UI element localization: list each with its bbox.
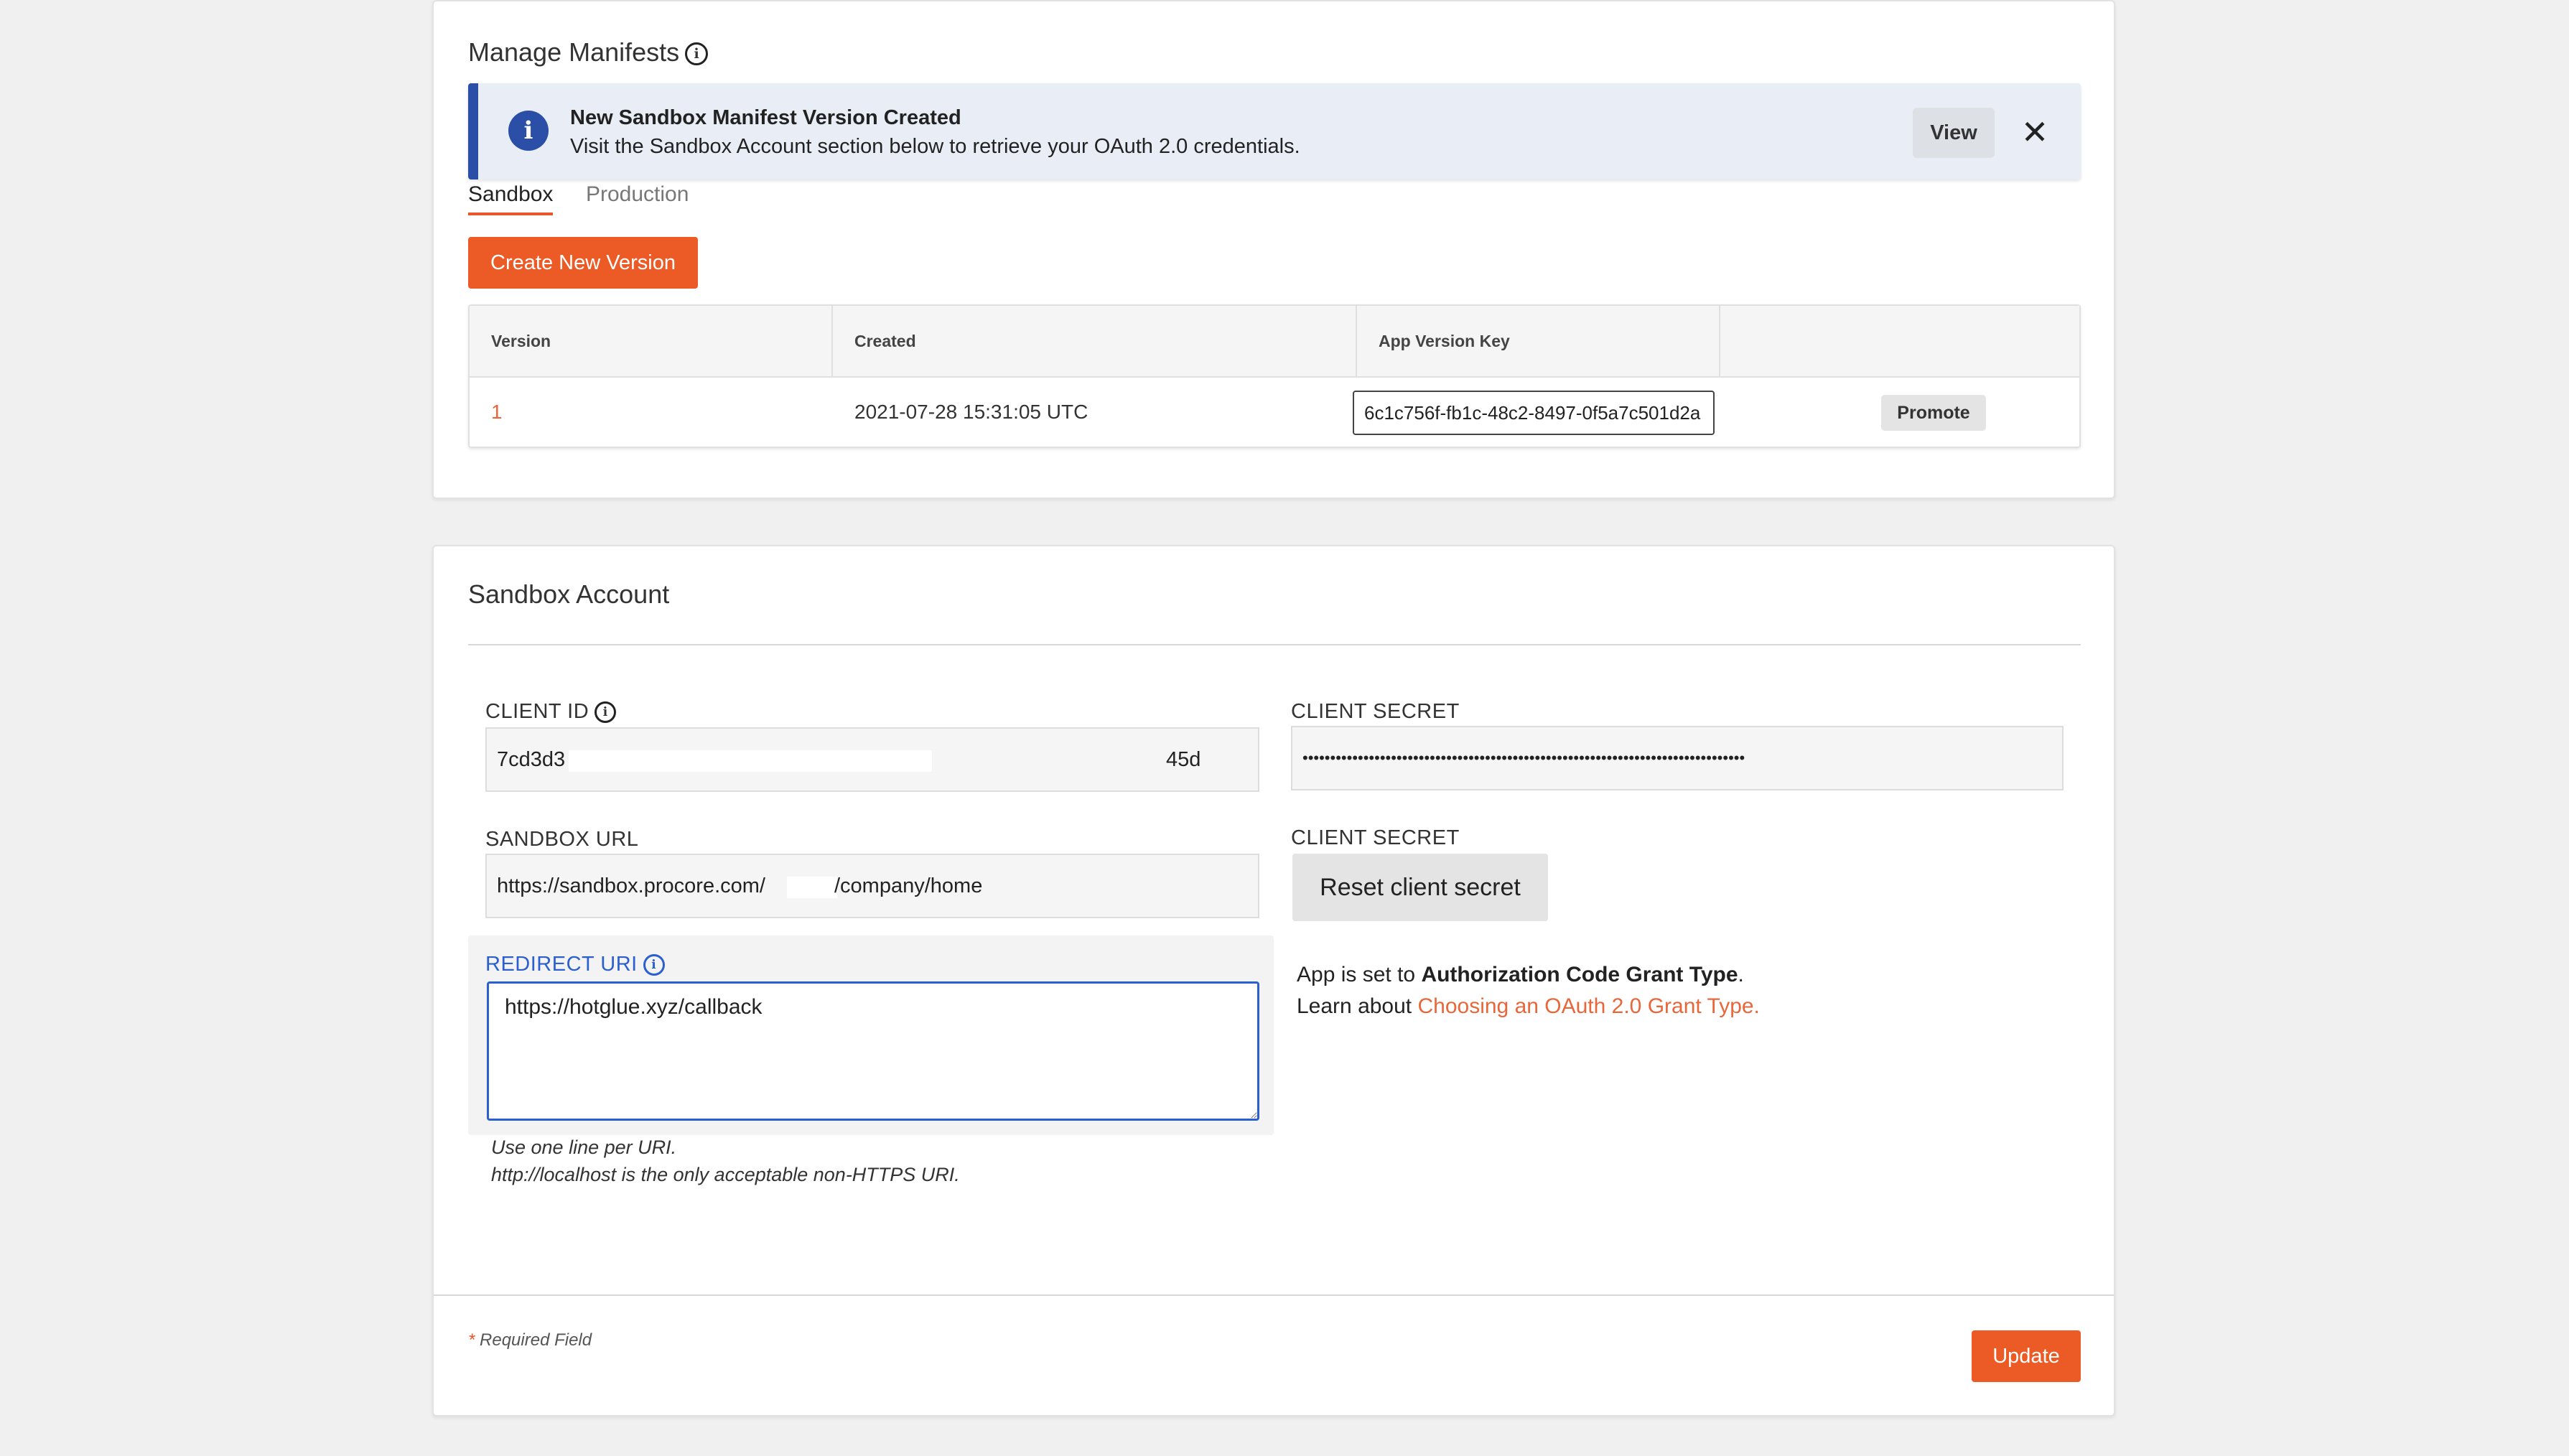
- client-id-label-group: CLIENT ID i: [485, 700, 617, 724]
- info-icon[interactable]: i: [595, 701, 617, 724]
- create-new-version-button[interactable]: Create New Version: [468, 237, 698, 289]
- sandbox-url-suffix: /company/home: [834, 874, 983, 897]
- client-secret-label: CLIENT SECRET: [1291, 700, 1460, 723]
- tab-sandbox[interactable]: Sandbox: [468, 182, 554, 215]
- close-icon[interactable]: ✕: [2018, 115, 2052, 149]
- versions-table: Version Created App Version Key 1 2021-0…: [468, 304, 2081, 448]
- banner-text: Visit the Sandbox Account section below …: [570, 135, 1300, 158]
- manage-manifests-card: Manage Manifests i i New Sandbox Manifest…: [432, 0, 2115, 499]
- redirect-uri-textarea[interactable]: [487, 981, 1259, 1121]
- info-circle-icon: i: [508, 111, 549, 151]
- client-id-prefix: 7cd3d3: [497, 748, 566, 771]
- required-star: *: [468, 1330, 475, 1350]
- sandbox-account-title: Sandbox Account: [468, 579, 670, 609]
- column-header-version: Version: [470, 306, 833, 376]
- client-secret-field[interactable]: ••••••••••••••••••••••••••••••••••••••••…: [1291, 726, 2064, 790]
- hint-one-line: Use one line per URI.: [491, 1137, 677, 1158]
- app-version-key-field[interactable]: [1353, 391, 1715, 435]
- redaction-mask: [787, 877, 837, 898]
- notification-banner: i New Sandbox Manifest Version Created V…: [468, 83, 2081, 179]
- reset-client-secret-button[interactable]: Reset client secret: [1292, 854, 1548, 921]
- sandbox-url-prefix: https://sandbox.procore.com/: [497, 874, 765, 897]
- client-secret-reset-label: CLIENT SECRET: [1291, 826, 1460, 849]
- grant-type-link[interactable]: Choosing an OAuth 2.0 Grant Type.: [1417, 994, 1759, 1018]
- grant-learn-text: Learn about Choosing an OAuth 2.0 Grant …: [1297, 994, 1760, 1019]
- version-link[interactable]: 1: [470, 376, 833, 448]
- grant-suffix: .: [1738, 963, 1744, 986]
- promote-button[interactable]: Promote: [1881, 395, 1986, 431]
- grant-type-text: App is set to Authorization Code Grant T…: [1297, 963, 1744, 987]
- created-cell: 2021-07-28 15:31:05 UTC: [854, 401, 1088, 423]
- column-header-app-version-key: App Version Key: [1357, 306, 1720, 376]
- client-id-field[interactable]: 7cd3d3 45d: [485, 727, 1259, 792]
- table-header: Version Created App Version Key: [470, 306, 2079, 378]
- hint-localhost: http://localhost is the only acceptable …: [491, 1164, 960, 1185]
- client-id-label: CLIENT ID: [485, 700, 589, 723]
- learn-prefix: Learn about: [1297, 994, 1418, 1018]
- sandbox-url-label: SANDBOX URL: [485, 828, 639, 851]
- sandbox-account-card: Sandbox Account CLIENT ID i 7cd3d3 45d CL…: [432, 545, 2115, 1417]
- tab-production[interactable]: Production: [586, 182, 689, 207]
- banner-title: New Sandbox Manifest Version Created: [570, 106, 961, 129]
- required-field-label: Required Field: [480, 1330, 592, 1350]
- info-icon[interactable]: i: [643, 954, 665, 976]
- redirect-uri-label-group: REDIRECT URI i: [485, 953, 665, 976]
- column-header-actions: [1720, 306, 2081, 376]
- required-field-note: * Required Field: [468, 1330, 592, 1350]
- view-button[interactable]: View: [1913, 108, 1995, 158]
- manage-manifests-title: Manage Manifests: [468, 37, 680, 67]
- manage-manifests-heading: Manage Manifests i: [468, 37, 709, 67]
- divider: [468, 644, 2081, 645]
- update-button[interactable]: Update: [1972, 1330, 2081, 1382]
- info-icon[interactable]: i: [685, 42, 709, 66]
- grant-prefix: App is set to: [1297, 963, 1422, 986]
- footer-divider: [434, 1294, 2114, 1296]
- redaction-mask: [569, 750, 932, 772]
- sandbox-url-field[interactable]: https://sandbox.procore.com/ /company/ho…: [485, 854, 1259, 918]
- client-id-suffix: 45d: [1166, 748, 1201, 771]
- column-header-created: Created: [833, 306, 1357, 376]
- grant-type-name: Authorization Code Grant Type: [1421, 963, 1738, 986]
- redirect-uri-label: REDIRECT URI: [485, 953, 638, 976]
